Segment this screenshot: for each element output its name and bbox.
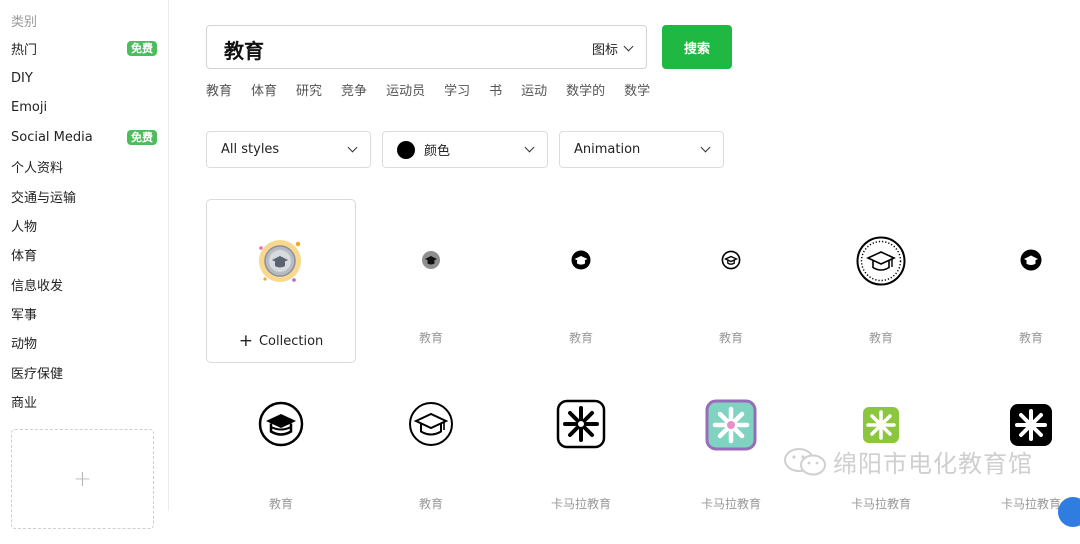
sidebar-item-label: Social Media — [11, 129, 93, 145]
category-sidebar: 类别 热门 免费 DIY Emoji Social Media 免费 个人资料 … — [0, 0, 169, 529]
chevron-down-icon — [700, 142, 711, 153]
help-chat-button[interactable] — [1058, 497, 1080, 527]
result-label: 教育 — [718, 331, 743, 345]
sidebar-item-label: DIY — [11, 70, 33, 86]
sidebar-item-healthcare[interactable]: 医疗保健 — [11, 361, 157, 383]
result-card[interactable]: 教育 — [806, 199, 956, 363]
color-swatch-icon — [397, 140, 415, 159]
result-label: 教育 — [418, 331, 443, 345]
graduation-cap-black-circle-icon — [1020, 249, 1042, 271]
sidebar-item-label: Emoji — [11, 99, 48, 115]
chevron-down-icon — [623, 41, 634, 52]
sidebar-item-label: 军事 — [11, 307, 38, 323]
related-tag[interactable]: 数学的 — [566, 84, 605, 100]
chevron-down-icon — [347, 142, 358, 153]
search-type-dropdown[interactable]: 图标 — [591, 39, 634, 58]
kamara-black-icon — [1010, 404, 1052, 446]
sidebar-item-hot[interactable]: 热门 免费 — [11, 37, 157, 59]
graduation-cap-gray-circle-icon — [422, 251, 440, 269]
sidebar-item-diy[interactable]: DIY — [11, 67, 157, 89]
related-tag[interactable]: 竞争 — [341, 84, 367, 100]
wechat-icon — [784, 447, 826, 475]
free-badge: 免费 — [127, 40, 157, 56]
sidebar-item-label: 热门 — [11, 42, 38, 58]
result-label: 教育 — [268, 497, 293, 511]
result-card[interactable]: 教育 — [206, 380, 356, 544]
result-card[interactable]: 教育 — [506, 199, 656, 363]
result-card[interactable]: + Collection — [206, 199, 356, 363]
kamara-teal-pink-icon — [705, 399, 757, 451]
sidebar-item-military[interactable]: 军事 — [11, 302, 157, 324]
style-filter-dropdown[interactable]: All styles — [206, 131, 371, 168]
graduation-cap-black-circle-icon — [571, 250, 591, 270]
free-badge: 免费 — [127, 129, 157, 145]
related-tag[interactable]: 书 — [489, 84, 502, 100]
search-button[interactable]: 搜索 — [662, 25, 732, 69]
related-tag[interactable]: 运动员 — [386, 84, 425, 100]
sidebar-item-sports[interactable]: 体育 — [11, 243, 157, 265]
sidebar-item-label: 动物 — [11, 336, 38, 352]
related-tag[interactable]: 研究 — [296, 84, 322, 100]
sidebar-item-label: 体育 — [11, 248, 38, 264]
result-label: 教育 — [418, 497, 443, 511]
related-tag[interactable]: 数学 — [624, 84, 650, 100]
chevron-down-icon — [524, 142, 535, 153]
category-heading: 类别 — [11, 15, 38, 30]
search-box[interactable]: 教育 图标 — [206, 25, 647, 69]
upload-drop-area[interactable]: + — [11, 429, 154, 529]
sidebar-item-label: 信息收发 — [11, 278, 64, 294]
related-search-tags: 教育 体育 研究 竞争 运动员 学习 书 运动 数学的 数学 — [206, 84, 669, 100]
plus-icon: + — [73, 466, 92, 492]
result-card[interactable]: 教育 — [356, 380, 506, 544]
sidebar-item-label: 个人资料 — [11, 160, 64, 176]
plus-icon: + — [238, 331, 253, 351]
result-label: 卡马拉教育 — [550, 497, 611, 511]
sidebar-item-label: 医疗保健 — [11, 366, 64, 382]
sidebar-item-label: 交通与运输 — [11, 190, 77, 206]
result-card[interactable]: 卡马拉教育 — [506, 380, 656, 544]
add-to-collection-button[interactable]: + Collection — [207, 331, 355, 351]
related-tag[interactable]: 运动 — [521, 84, 547, 100]
result-card[interactable]: 教育 — [356, 199, 506, 363]
color-filter-label: 颜色 — [424, 144, 451, 159]
related-tag[interactable]: 教育 — [206, 84, 232, 100]
result-card[interactable]: 教育 — [956, 199, 1080, 363]
sidebar-item-animals[interactable]: 动物 — [11, 331, 157, 353]
animated-graduation-cap-icon — [259, 240, 301, 282]
related-tag[interactable]: 体育 — [251, 84, 277, 100]
watermark-text: 绵阳市电化教育馆 — [833, 450, 1033, 478]
sidebar-item-profile[interactable]: 个人资料 — [11, 155, 157, 177]
sidebar-item-label: 人物 — [11, 219, 38, 235]
sidebar-item-people[interactable]: 人物 — [11, 214, 157, 236]
sidebar-item-business[interactable]: 商业 — [11, 390, 157, 412]
animation-filter-dropdown[interactable]: Animation — [559, 131, 724, 168]
result-label: 教育 — [568, 331, 593, 345]
collection-label: Collection — [258, 334, 324, 349]
search-type-label: 图标 — [591, 43, 618, 58]
result-label: 卡马拉教育 — [700, 497, 761, 511]
graduation-cap-outline-icon — [721, 250, 741, 270]
sidebar-item-transport[interactable]: 交通与运输 — [11, 185, 157, 207]
graduation-cap-large-thin-icon — [409, 402, 453, 446]
graduation-cap-large-outline-icon — [258, 401, 304, 447]
sidebar-item-emoji[interactable]: Emoji — [11, 96, 157, 118]
result-label: 卡马拉教育 — [850, 497, 911, 511]
related-tag[interactable]: 学习 — [444, 84, 470, 100]
search-input[interactable]: 教育 — [224, 35, 264, 64]
result-label: 教育 — [1018, 331, 1043, 345]
sidebar-item-messaging[interactable]: 信息收发 — [11, 273, 157, 295]
sidebar-item-label: 商业 — [11, 395, 38, 411]
result-card[interactable]: 教育 — [656, 199, 806, 363]
kamara-green-icon — [863, 407, 899, 443]
animation-filter-label: Animation — [574, 142, 641, 157]
graduation-cap-dotted-badge-icon — [856, 236, 906, 286]
watermark: 绵阳市电化教育馆 — [783, 444, 1033, 479]
color-filter-dropdown[interactable]: 颜色 — [382, 131, 548, 168]
kamara-black-white-icon — [556, 399, 606, 449]
sidebar-item-social-media[interactable]: Social Media 免费 — [11, 126, 157, 148]
result-label: 教育 — [868, 331, 893, 345]
style-filter-label: All styles — [221, 142, 280, 157]
